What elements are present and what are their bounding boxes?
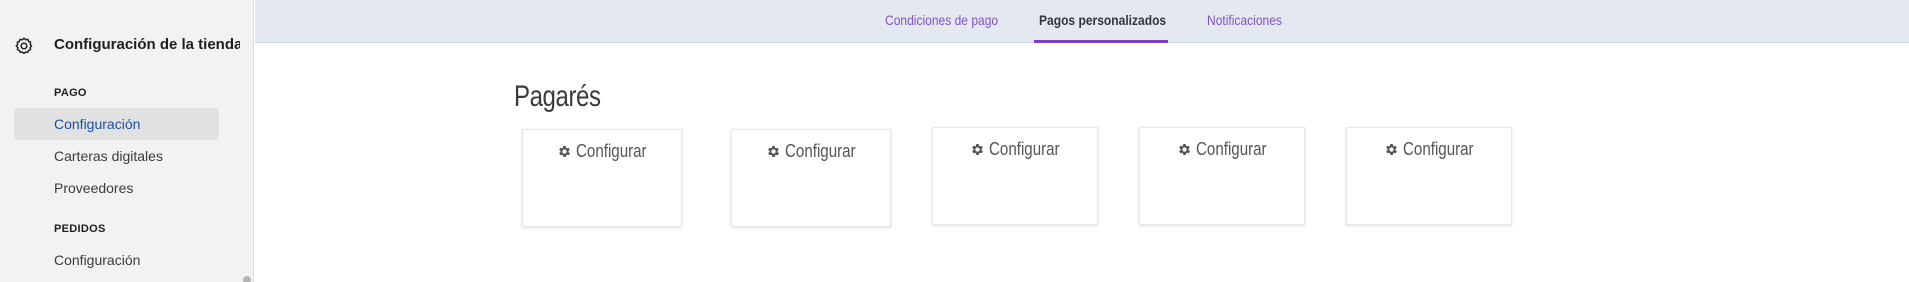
- gear-icon: [972, 143, 984, 155]
- sidebar-item-providers[interactable]: Proveedores: [14, 172, 219, 204]
- gear-icon: [559, 145, 571, 157]
- configure-button[interactable]: Configurar: [933, 138, 1097, 160]
- payment-card-2: Configurar: [731, 129, 891, 227]
- configure-button-label: Configurar: [1403, 138, 1475, 159]
- payment-card-4: Configurar: [1139, 127, 1305, 225]
- sidebar: Configuración de la tienda PAGO Configur…: [0, 0, 243, 282]
- payment-card-3: Configurar: [932, 127, 1098, 225]
- gear-icon: [1179, 143, 1191, 155]
- section-heading-payment: PAGO: [54, 87, 87, 99]
- configure-button[interactable]: Configurar: [523, 140, 681, 162]
- configure-button[interactable]: Configurar: [1140, 138, 1304, 160]
- sidebar-scrollbar-thumb[interactable]: [243, 276, 251, 282]
- tab-custom-payments[interactable]: Pagos personalizados: [1039, 0, 1166, 43]
- tab-payment-terms[interactable]: Condiciones de pago: [885, 0, 998, 43]
- page-title: Pagarés: [514, 80, 601, 113]
- configure-button-label: Configurar: [1196, 138, 1268, 159]
- gear-icon: [1386, 143, 1398, 155]
- configure-button[interactable]: Configurar: [732, 140, 890, 162]
- section-heading-orders: PEDIDOS: [54, 223, 106, 235]
- sidebar-item-payment-configuration[interactable]: Configuración: [14, 108, 219, 140]
- store-settings-title: Configuración de la tienda: [54, 36, 243, 53]
- active-tab-indicator: [1034, 40, 1168, 43]
- sidebar-divider[interactable]: [240, 0, 254, 282]
- sidebar-item-digital-wallets[interactable]: Carteras digitales: [14, 140, 219, 172]
- tab-notifications[interactable]: Notificaciones: [1207, 0, 1282, 43]
- payment-card-5: Configurar: [1346, 127, 1512, 225]
- configure-button-label: Configurar: [785, 140, 857, 161]
- configure-button[interactable]: Configurar: [1347, 138, 1511, 160]
- configure-button-label: Configurar: [989, 138, 1061, 159]
- gear-icon: [768, 145, 780, 157]
- settings-icon: [15, 37, 33, 55]
- sidebar-item-orders-configuration[interactable]: Configuración: [14, 244, 219, 276]
- configure-button-label: Configurar: [576, 140, 648, 161]
- payment-card-1: Configurar: [522, 129, 682, 227]
